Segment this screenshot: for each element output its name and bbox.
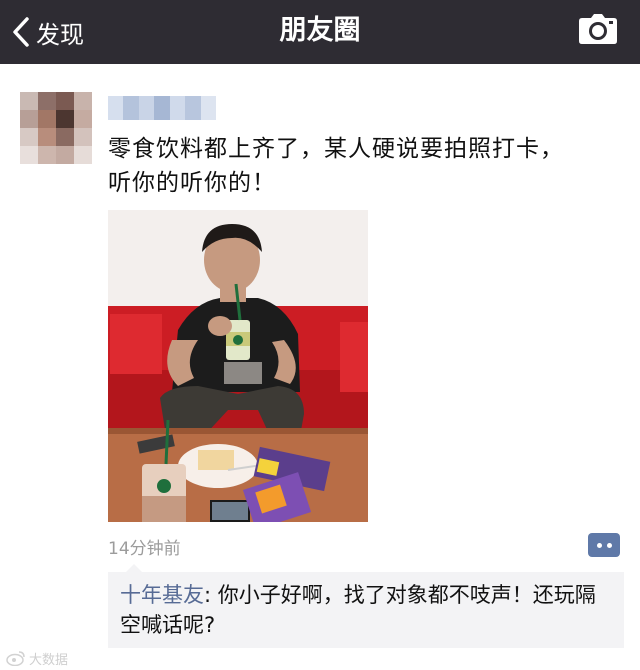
nav-bar: 发现 朋友圈 [0, 0, 640, 64]
comment-section: 十年基友: 你小子好啊，找了对象都不吱声！还玩隔空喊话呢? [108, 564, 624, 648]
comment-button[interactable] [588, 533, 620, 557]
comment-dots-icon [596, 542, 602, 548]
post-text: 零食饮料都上齐了，某人硬说要拍照打卡，听你的听你的！ [108, 136, 564, 196]
post-author-name[interactable] [108, 96, 216, 120]
watermark: 大数据 [6, 648, 68, 668]
watermark-text: 大数据 [29, 652, 69, 668]
comment-item[interactable]: 十年基友: 你小子好啊，找了对象都不吱声！还玩隔空喊话呢? [120, 580, 610, 640]
camera-button[interactable] [578, 13, 618, 49]
comment-author[interactable]: 十年基友 [120, 583, 204, 607]
avatar[interactable] [20, 92, 92, 164]
post-photo[interactable] [108, 210, 368, 522]
post-timestamp: 14分钟前 [108, 539, 181, 559]
comment-separator: : [204, 583, 218, 607]
weibo-logo-icon [6, 651, 25, 666]
camera-icon [579, 14, 617, 44]
page-title: 朋友圈 [279, 15, 361, 46]
